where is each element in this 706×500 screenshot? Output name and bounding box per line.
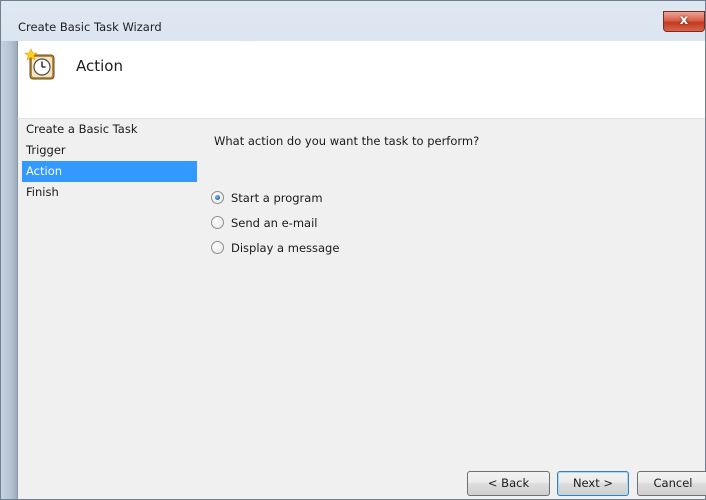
send-email-radio[interactable]	[211, 216, 224, 229]
step-finish[interactable]: Finish	[22, 182, 197, 203]
send-email-label[interactable]: Send an e-mail	[231, 216, 317, 230]
start-program-radio[interactable]	[211, 191, 224, 204]
window-frame-left	[1, 41, 17, 499]
start-program-label[interactable]: Start a program	[231, 191, 323, 205]
page-title: Action	[76, 57, 123, 75]
wizard-window: Create Basic Task Wizard x Action Create…	[0, 0, 706, 500]
action-options: Start a program Send an e-mail Display a…	[211, 185, 339, 260]
wizard-steps-list: Create a Basic Task Trigger Action Finis…	[22, 119, 197, 203]
wizard-header: Action	[17, 41, 705, 118]
close-icon: x	[679, 13, 689, 28]
wizard-content: Create a Basic Task Trigger Action Finis…	[17, 118, 706, 499]
option-send-email[interactable]: Send an e-mail	[211, 210, 339, 235]
display-message-radio[interactable]	[211, 241, 224, 254]
window-title: Create Basic Task Wizard	[18, 20, 162, 34]
title-bar[interactable]: Create Basic Task Wizard x	[1, 1, 705, 41]
task-scheduler-clock-icon	[24, 48, 55, 80]
next-button[interactable]: Next >	[557, 471, 629, 496]
step-create-basic-task[interactable]: Create a Basic Task	[22, 119, 197, 140]
back-button[interactable]: < Back	[467, 471, 550, 496]
action-prompt: What action do you want the task to perf…	[214, 134, 480, 148]
display-message-label[interactable]: Display a message	[231, 241, 339, 255]
close-button[interactable]: x	[663, 11, 705, 32]
step-trigger[interactable]: Trigger	[22, 140, 197, 161]
cancel-button[interactable]: Cancel	[637, 471, 706, 496]
option-start-program[interactable]: Start a program	[211, 185, 339, 210]
option-display-message[interactable]: Display a message	[211, 235, 339, 260]
step-action[interactable]: Action	[22, 161, 197, 182]
